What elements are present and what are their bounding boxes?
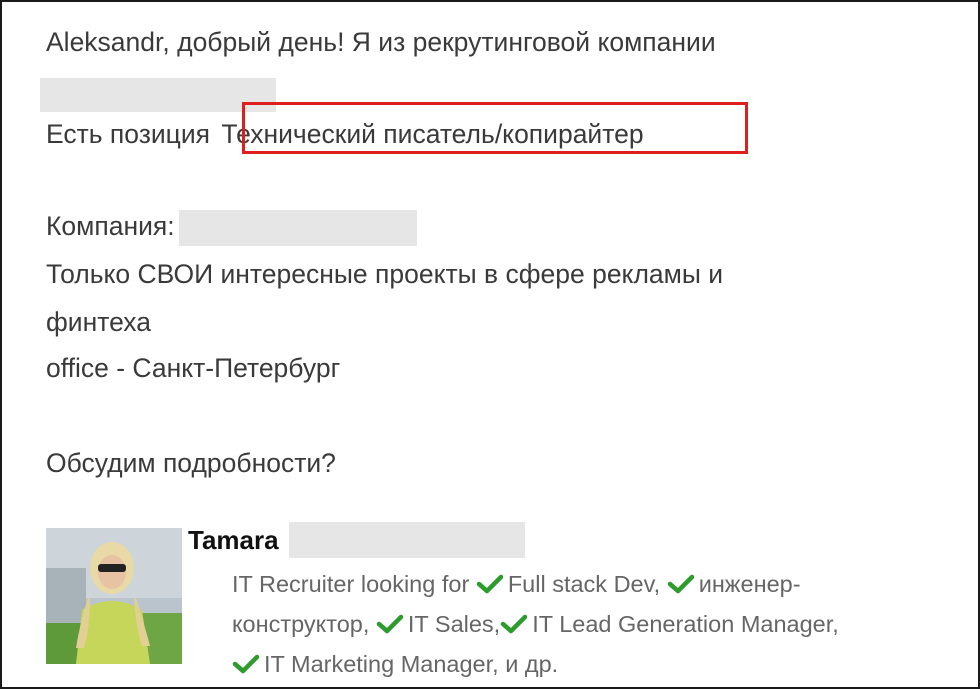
sender-name-row: Tamara: [188, 522, 525, 558]
message-card: Aleksandr, добрый день! Я из рекрутингов…: [0, 0, 980, 689]
office-line: office - Санкт-Петербург: [46, 353, 341, 383]
avatar[interactable]: [46, 528, 182, 664]
check-icon: [232, 654, 260, 674]
headline-item: IT Sales,: [407, 611, 501, 637]
check-icon: [476, 574, 504, 594]
greeting-text: Aleksandr, добрый день! Я из рекрутингов…: [46, 27, 716, 57]
redaction-block: [40, 78, 276, 112]
sender-headline: IT Recruiter looking for Full stack Dev,…: [232, 564, 952, 684]
headline-item: IT Marketing Manager, и др.: [264, 651, 559, 677]
headline-item: инженер-: [698, 571, 801, 597]
sender-name[interactable]: Tamara: [188, 525, 279, 556]
avatar-photo: [46, 528, 182, 664]
company-label: Компания:: [46, 211, 175, 241]
check-icon: [667, 574, 694, 594]
headline-item: конструктор,: [232, 611, 370, 637]
headline-line-3: IT Marketing Manager, и др.: [232, 644, 952, 684]
headline-line-2: конструктор, IT Sales, IT Lead Generation…: [232, 604, 952, 644]
headline-item: Full stack Dev,: [507, 571, 661, 597]
highlight-box: [242, 102, 748, 154]
question-line: Обсудим подробности?: [46, 448, 336, 478]
headline-intro: IT Recruiter looking for: [232, 571, 470, 597]
description-line-1: Только СВОИ интересные проекты в сфере р…: [46, 259, 724, 289]
position-prefix: Есть позиция: [46, 119, 211, 149]
redaction-block: [288, 522, 525, 558]
redaction-block: [178, 210, 417, 246]
description-line-2: финтеха: [46, 307, 151, 337]
headline-item: IT Lead Generation Manager,: [532, 611, 839, 637]
headline-line-1: IT Recruiter looking for Full stack Dev,…: [232, 564, 952, 604]
check-icon: [376, 614, 404, 634]
company-line: Компания:: [46, 203, 417, 249]
check-icon: [500, 614, 528, 634]
